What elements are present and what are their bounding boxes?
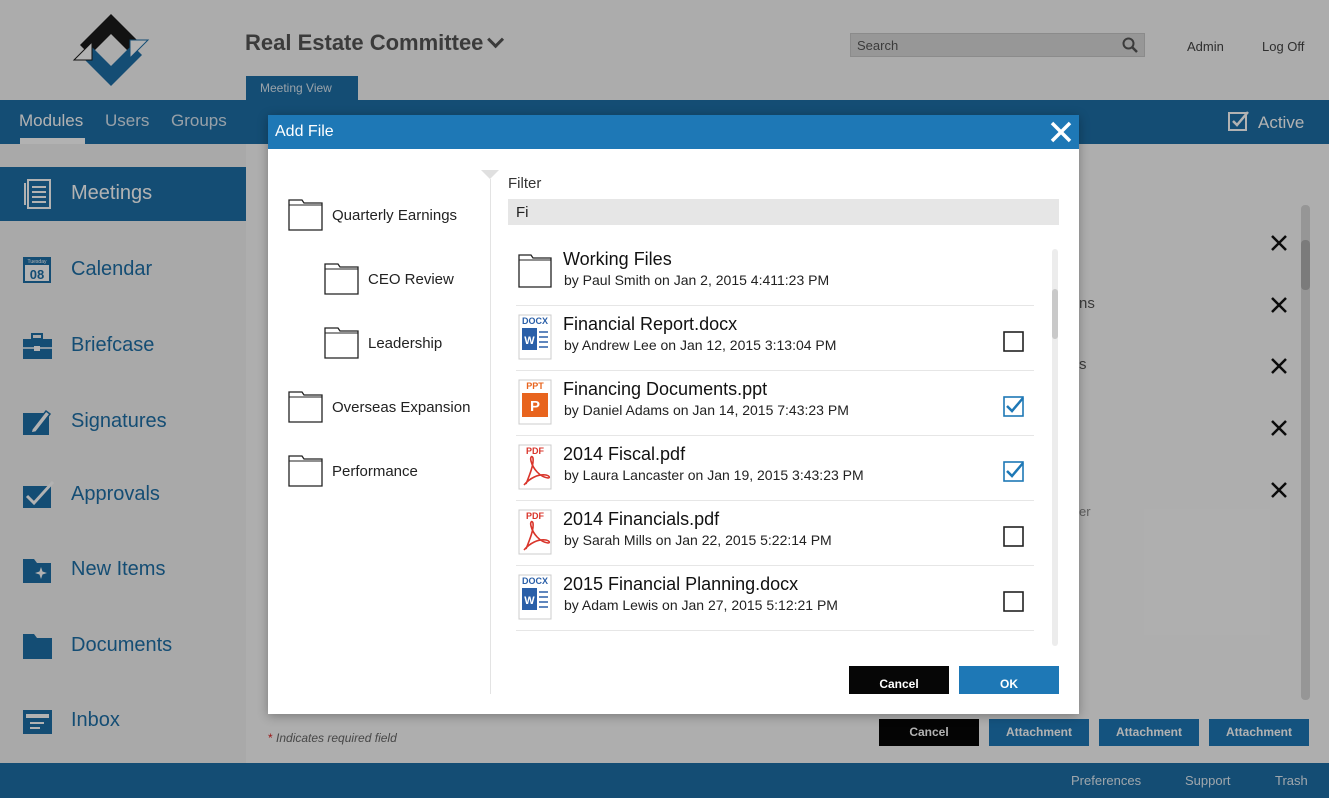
ok-button[interactable]: OK <box>959 666 1059 694</box>
file-name: 2014 Financials.pdf <box>563 509 720 529</box>
folder-icon <box>288 391 323 423</box>
folder-icon <box>324 327 359 359</box>
file-checkbox-checked[interactable] <box>1003 396 1024 417</box>
file-meta: by Laura Lancaster on Jan 19, 2015 3:43:… <box>564 467 864 483</box>
file-row-financing-documents[interactable]: PPT P Financing Documents.ppt by Daniel A… <box>516 371 1034 436</box>
tree-folder-label: Leadership <box>368 335 443 352</box>
file-row-2015-financial-planning[interactable]: DOCX W 2015 Financial Planning.docx by Ad… <box>516 566 1034 631</box>
file-name: Working Files <box>563 249 672 269</box>
tree-folder-label: CEO Review <box>368 271 454 288</box>
dialog-title: Add File <box>275 123 334 140</box>
svg-text:P: P <box>530 398 540 415</box>
word-document-icon: DOCX W <box>518 314 552 360</box>
file-name: Financing Documents.ppt <box>563 379 768 399</box>
tree-folder-label: Overseas Expansion <box>332 399 471 416</box>
folder-icon <box>288 455 323 487</box>
file-checkbox-checked[interactable] <box>1003 461 1024 482</box>
file-checkbox[interactable] <box>1003 331 1024 352</box>
folder-icon <box>324 263 359 295</box>
file-row-2014-fiscal[interactable]: PDF 2014 Fiscal.pdf by Laura Lancaster o… <box>516 436 1034 501</box>
file-type-badge: PDF <box>526 446 545 456</box>
file-list-scrollbar[interactable] <box>1052 249 1058 646</box>
tree-pointer <box>481 170 499 179</box>
word-document-icon: DOCX W <box>518 574 552 620</box>
filter-input[interactable] <box>508 199 1059 225</box>
tree-folder-label: Performance <box>332 463 418 480</box>
svg-text:W: W <box>524 335 535 347</box>
cancel-button[interactable]: Cancel <box>849 666 949 694</box>
add-file-dialog: Add File Quarterly Earnings CEO Review L… <box>268 115 1079 714</box>
file-meta: by Sarah Mills on Jan 22, 2015 5:22:14 P… <box>564 532 832 548</box>
file-name: 2015 Financial Planning.docx <box>563 574 799 594</box>
filter-label: Filter <box>508 175 542 192</box>
svg-text:W: W <box>524 595 535 607</box>
pdf-icon: PDF <box>518 444 552 490</box>
tree-folder-label: Quarterly Earnings <box>332 207 458 224</box>
folder-icon <box>518 254 552 288</box>
tree-divider <box>490 179 491 694</box>
pdf-icon: PDF <box>518 509 552 555</box>
file-checkbox[interactable] <box>1003 591 1024 612</box>
file-type-badge: PDF <box>526 511 545 521</box>
dialog-header: Add File <box>268 115 1079 149</box>
file-meta: by Adam Lewis on Jan 27, 2015 5:12:21 PM <box>564 597 838 613</box>
file-name: 2014 Fiscal.pdf <box>563 444 686 464</box>
file-row-financial-report[interactable]: DOCX W Financial Report.docx by Andrew Le… <box>516 306 1034 371</box>
file-type-badge: DOCX <box>522 576 548 586</box>
powerpoint-icon: PPT P <box>518 379 552 425</box>
file-checkbox[interactable] <box>1003 526 1024 547</box>
file-list: Working Files by Paul Smith on Jan 2, 20… <box>516 241 1034 631</box>
close-icon[interactable] <box>1049 120 1073 144</box>
file-type-badge: DOCX <box>522 316 548 326</box>
file-meta: by Paul Smith on Jan 2, 2015 4:411:23 PM <box>564 272 830 288</box>
file-meta: by Daniel Adams on Jan 14, 2015 7:43:23 … <box>564 402 849 418</box>
file-row-2014-financials[interactable]: PDF 2014 Financials.pdf by Sarah Mills o… <box>516 501 1034 566</box>
file-row-working-files[interactable]: Working Files by Paul Smith on Jan 2, 20… <box>516 241 1034 306</box>
file-type-badge: PPT <box>526 381 544 391</box>
file-meta: by Andrew Lee on Jan 12, 2015 3:13:04 PM <box>564 337 837 353</box>
folder-icon <box>288 199 323 231</box>
file-name: Financial Report.docx <box>563 314 738 334</box>
scrollbar-thumb[interactable] <box>1052 289 1058 339</box>
